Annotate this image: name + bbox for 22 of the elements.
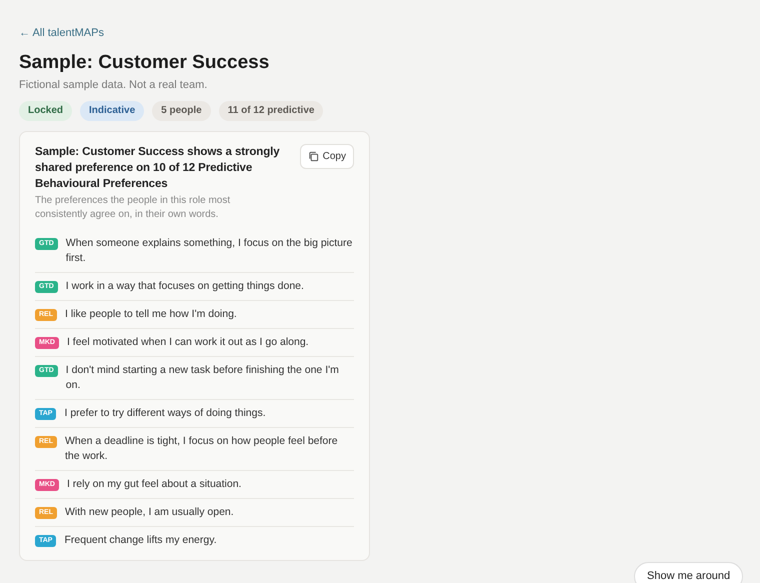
preference-text: With new people, I am usually open. <box>65 505 234 520</box>
card-heading: Sample: Customer Success shows a strongly shared preference on 10 of 12 Predictive Behavioural Preferences <box>35 145 281 192</box>
preference-text: I feel motivated when I can work it out as I go along. <box>66 335 309 350</box>
copy-icon <box>308 151 319 162</box>
tour-button[interactable]: Show me around <box>634 562 744 583</box>
preference-text: When a deadline is tight, I focus on how people feel before the work. <box>65 434 339 464</box>
preference-text: Frequent change lifts my energy. <box>64 533 217 548</box>
status-badge: Indicative <box>80 101 144 121</box>
preference-text: I work in a way that focuses on getting things done. <box>66 279 304 294</box>
back-link[interactable]: ← All talentMAPs <box>19 25 104 42</box>
status-badge: Locked <box>19 101 72 121</box>
page-subtitle: Fictional sample data. Not a real team. <box>19 78 208 92</box>
preference-text: I prefer to try different ways of doing things. <box>64 406 266 421</box>
page-title: Sample: Customer Success <box>19 51 270 75</box>
status-badge: 11 of 12 predictive <box>218 101 324 121</box>
copy-button[interactable]: Copy <box>300 144 354 169</box>
preference-text: I like people to tell me how I'm doing. <box>65 307 237 322</box>
preference-text: When someone explains something, I focus on the big picture first. <box>66 236 354 266</box>
status-badge: 5 people <box>152 101 211 121</box>
preference-text: I don't mind starting a new task before finishing the one I'm on. <box>66 363 340 393</box>
card-description: The preferences the people in this role most consistently agree on, in their own words. <box>35 194 232 222</box>
preference-text: I rely on my gut feel about a situation. <box>66 477 242 492</box>
